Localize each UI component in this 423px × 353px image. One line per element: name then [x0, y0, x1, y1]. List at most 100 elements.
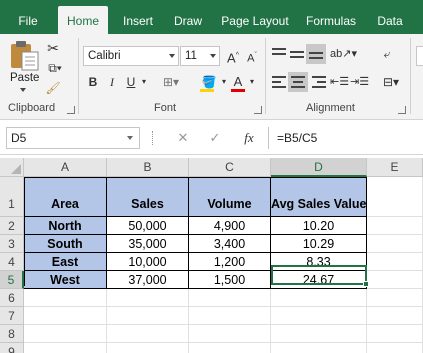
copy-icon[interactable]: ⧉▾ [44, 58, 66, 78]
chevron-down-icon[interactable]: ▾ [140, 72, 148, 92]
empty-cell[interactable] [271, 343, 367, 353]
align-center-button[interactable] [288, 72, 308, 92]
empty-cell[interactable] [189, 289, 271, 307]
align-right-button[interactable] [312, 76, 326, 90]
sales-cell[interactable]: 10,000 [107, 253, 189, 271]
grow-font-icon[interactable]: A^ [224, 46, 242, 66]
italic-button[interactable]: I [106, 72, 118, 92]
empty-cell[interactable] [107, 325, 189, 343]
row-header-9[interactable]: 9 [0, 343, 24, 353]
column-header-e[interactable]: E [367, 158, 423, 177]
row-header-4[interactable]: 4 [0, 253, 24, 271]
volume-cell[interactable]: 4,900 [189, 217, 271, 235]
empty-cell[interactable] [24, 343, 107, 353]
wrap-text-icon[interactable]: ⤶ [378, 44, 396, 64]
format-painter-icon[interactable]: 🖌 [44, 78, 62, 98]
empty-cell[interactable] [271, 325, 367, 343]
empty-cell[interactable] [24, 289, 107, 307]
volume-cell[interactable]: 1,500 [189, 271, 271, 289]
empty-cell[interactable] [271, 289, 367, 307]
row-header-5[interactable]: 5 [0, 271, 24, 289]
tab-home[interactable]: Home [58, 6, 108, 34]
empty-cell[interactable] [367, 343, 423, 353]
header-cell-sales[interactable]: Sales [107, 177, 189, 217]
tab-draw[interactable]: Draw [168, 0, 208, 34]
area-cell[interactable]: North [24, 217, 107, 235]
align-left-button[interactable] [272, 76, 286, 90]
font-launcher-icon[interactable] [254, 106, 262, 114]
sales-cell[interactable]: 35,000 [107, 235, 189, 253]
empty-cell[interactable] [107, 307, 189, 325]
cell-e2[interactable] [367, 217, 423, 235]
avg-sales-value-cell[interactable]: 10.29 [271, 235, 367, 253]
sales-cell[interactable]: 37,000 [107, 271, 189, 289]
select-all-button[interactable] [0, 158, 24, 177]
align-middle-button[interactable] [290, 48, 304, 60]
area-cell[interactable]: West [24, 271, 107, 289]
formula-bar-grip[interactable] [152, 131, 155, 145]
empty-cell[interactable] [271, 307, 367, 325]
empty-cell[interactable] [367, 307, 423, 325]
column-header-c[interactable]: C [189, 158, 271, 177]
merge-center-icon[interactable]: ⊟▾ [378, 72, 404, 92]
shrink-font-icon[interactable]: Aˇ [244, 46, 260, 66]
alignment-launcher-icon[interactable] [398, 106, 406, 114]
tab-data[interactable]: Data [370, 0, 410, 34]
empty-cell[interactable] [189, 343, 271, 353]
cell-e4[interactable] [367, 253, 423, 271]
paste-button[interactable]: Paste [6, 38, 44, 94]
align-bottom-button[interactable] [306, 44, 326, 64]
row-header-8[interactable]: 8 [0, 325, 24, 343]
empty-cell[interactable] [367, 325, 423, 343]
borders-icon[interactable]: ⊞▾ [160, 72, 182, 92]
font-color-icon[interactable]: A [230, 72, 246, 92]
row-header-3[interactable]: 3 [0, 235, 24, 253]
tab-file[interactable]: File [8, 0, 48, 34]
formula-input[interactable]: =B5/C5 [268, 127, 423, 149]
tab-formulas[interactable]: Formulas [302, 0, 360, 34]
header-cell-avg-sales-value[interactable]: Avg Sales Value [271, 177, 367, 217]
chevron-down-icon[interactable]: ▾ [220, 72, 228, 92]
font-family-select[interactable]: Calibri [83, 46, 179, 66]
header-cell-area[interactable]: Area [24, 177, 107, 217]
tab-page-layout[interactable]: Page Layout [219, 0, 291, 34]
volume-cell[interactable]: 3,400 [189, 235, 271, 253]
align-top-button[interactable] [272, 48, 286, 60]
column-header-a[interactable]: A [24, 158, 107, 177]
header-cell-volume[interactable]: Volume [189, 177, 271, 217]
name-box[interactable]: D5 [6, 127, 140, 149]
row-header-7[interactable]: 7 [0, 307, 24, 325]
row-header-2[interactable]: 2 [0, 217, 24, 235]
row-header-6[interactable]: 6 [0, 289, 24, 307]
avg-sales-value-cell[interactable]: 10.20 [271, 217, 367, 235]
fill-color-icon[interactable]: 🪣 [198, 72, 220, 92]
cut-icon[interactable]: ✂ [44, 38, 62, 58]
volume-cell[interactable]: 1,200 [189, 253, 271, 271]
sales-cell[interactable]: 50,000 [107, 217, 189, 235]
empty-cell[interactable] [107, 343, 189, 353]
empty-cell[interactable] [367, 289, 423, 307]
empty-cell[interactable] [24, 307, 107, 325]
increase-indent-icon[interactable]: ⇥☰ [350, 72, 369, 92]
cell-e5[interactable] [367, 271, 423, 289]
empty-cell[interactable] [189, 325, 271, 343]
decrease-indent-icon[interactable]: ⇤☰ [330, 72, 349, 92]
empty-cell[interactable] [189, 307, 271, 325]
font-size-select[interactable]: 11 [180, 46, 220, 66]
enter-icon[interactable]: ✓ [206, 127, 224, 149]
insert-function-icon[interactable]: fx [240, 127, 258, 149]
fill-handle[interactable] [363, 281, 369, 287]
row-header-1[interactable]: 1 [0, 177, 24, 217]
clipboard-launcher-icon[interactable] [67, 106, 75, 114]
chevron-down-icon[interactable]: ▾ [248, 72, 256, 92]
cell-e3[interactable] [367, 235, 423, 253]
empty-cell[interactable] [107, 289, 189, 307]
area-cell[interactable]: East [24, 253, 107, 271]
bold-button[interactable]: B [86, 72, 100, 92]
column-header-b[interactable]: B [107, 158, 189, 177]
tab-insert[interactable]: Insert [117, 0, 159, 34]
cell-e1[interactable] [367, 177, 423, 217]
column-header-d[interactable]: D [271, 158, 367, 177]
empty-cell[interactable] [24, 325, 107, 343]
cancel-icon[interactable]: ✕ [174, 127, 192, 149]
